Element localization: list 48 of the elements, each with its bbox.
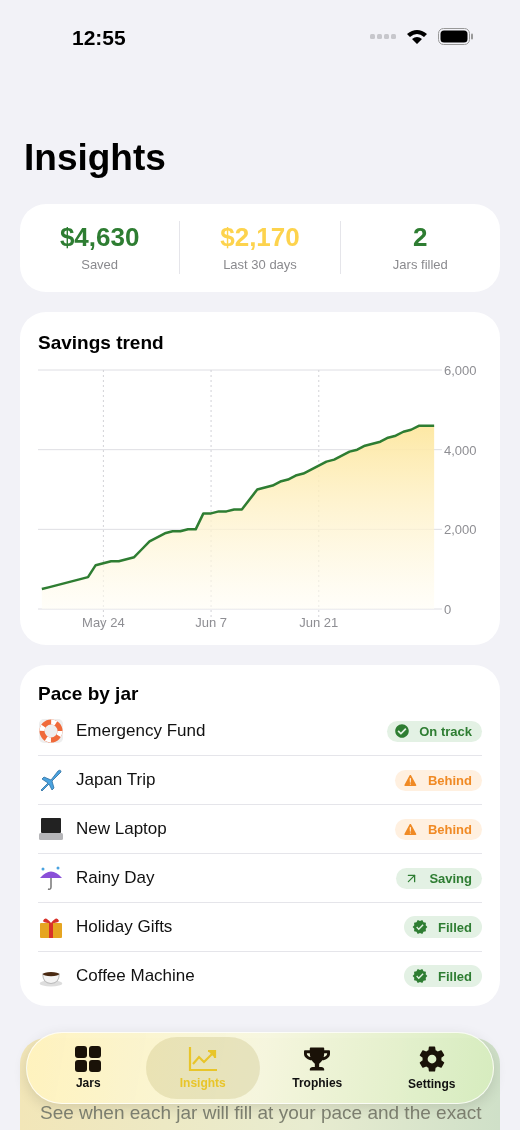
tab[interactable]: Settings <box>374 1037 489 1099</box>
stat-value: $2,170 <box>220 221 300 253</box>
forecast-description: See when each jar will fill at your pace and the exact <box>40 1102 482 1123</box>
laptop-icon <box>38 816 64 842</box>
tab[interactable]: Trophies <box>260 1037 375 1099</box>
stat-value: 2 <box>413 221 428 253</box>
stat-label: Jars filled <box>392 257 448 272</box>
axis-label: May 24 <box>82 615 125 630</box>
status-text: Saving <box>429 870 472 886</box>
axis-label: 4,000 <box>444 442 477 458</box>
axis-label: 6,000 <box>444 363 477 378</box>
axis-label: 0 <box>444 602 452 617</box>
tab[interactable]: Jars <box>31 1037 146 1099</box>
jar-name: Emergency Fund <box>76 721 207 741</box>
stat-label: Saved <box>81 257 119 272</box>
status-text: Behind <box>427 821 472 837</box>
jar-name: Rainy Day <box>76 868 156 888</box>
umbrella-icon <box>38 865 64 891</box>
status-text: On track <box>419 723 472 739</box>
lifebuoy-icon <box>38 718 64 744</box>
status-time: 12:55 <box>72 26 126 50</box>
jar-name: Japan Trip <box>76 770 157 790</box>
signal-icon <box>370 33 396 40</box>
battery-icon <box>438 28 474 45</box>
verified-icon <box>412 968 429 984</box>
chart-up-icon <box>187 1046 218 1072</box>
status-text: Filled <box>438 919 472 935</box>
axis-label: Jun 7 <box>195 615 227 630</box>
grid-icon <box>75 1046 102 1072</box>
status-text: Behind <box>427 772 472 788</box>
jar-name: New Laptop <box>76 819 168 839</box>
card-title: Savings trend <box>38 331 165 355</box>
warning-icon <box>402 772 418 788</box>
settings-icon <box>417 1045 446 1073</box>
axis-label: Jun 21 <box>299 615 339 630</box>
warning-icon <box>402 821 418 837</box>
status-text: Filled <box>438 968 472 984</box>
wifi-icon <box>406 28 428 45</box>
card-title: Pace by jar <box>38 682 140 706</box>
coffee-cup-icon <box>38 969 64 987</box>
stat-label: Last 30 days <box>223 257 297 272</box>
axis-label: 2,000 <box>444 522 477 538</box>
jar-name: Coffee Machine <box>76 966 196 986</box>
jar-name: Holiday Gifts <box>76 917 174 937</box>
stat-value: $4,630 <box>59 221 140 253</box>
page-title: Insights <box>24 136 167 180</box>
verified-icon <box>412 919 429 935</box>
trophy-icon <box>304 1046 331 1072</box>
